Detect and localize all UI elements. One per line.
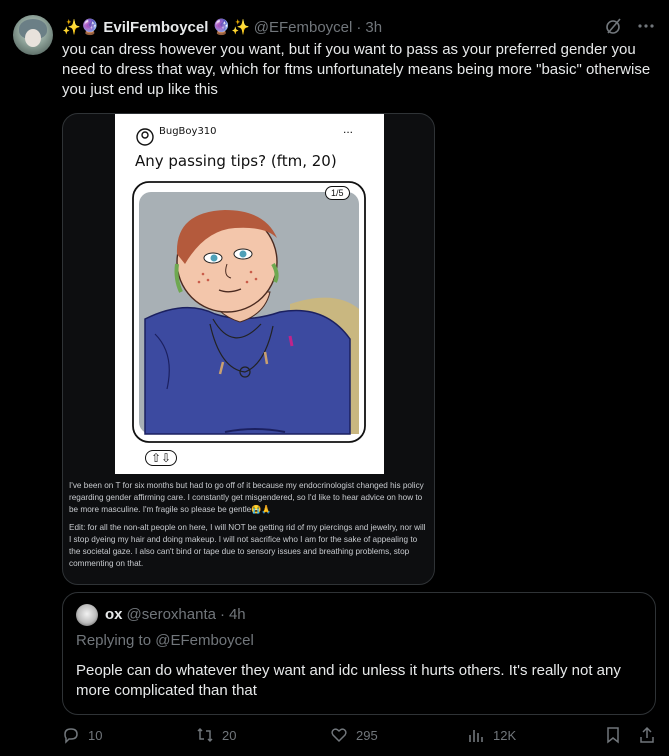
- reply-button[interactable]: 10: [62, 726, 102, 744]
- avatar-face: [25, 29, 41, 47]
- more-options-icon[interactable]: [637, 17, 655, 35]
- reply-count: 10: [88, 727, 103, 743]
- author-avatar[interactable]: [13, 15, 53, 55]
- like-count: 295: [356, 727, 378, 743]
- drawing-image: BugBoy310 ... Any passing tips? (ftm, 20…: [115, 114, 384, 474]
- repost-button[interactable]: 20: [196, 726, 236, 744]
- views-icon: [469, 730, 483, 742]
- quoted-post-header: ox @seroxhanta · 4h: [105, 606, 246, 623]
- post-media[interactable]: BugBoy310 ... Any passing tips? (ftm, 20…: [62, 113, 435, 585]
- name-emoji-right: 🔮✨: [212, 19, 250, 36]
- repost-icon: [197, 727, 213, 743]
- quoted-post[interactable]: ox @seroxhanta · 4h Replying to @EFemboy…: [62, 592, 656, 715]
- name-emoji-left: ✨🔮: [62, 19, 100, 36]
- quoted-time[interactable]: 4h: [229, 606, 246, 623]
- media-caption-body: I've been on T for six months but had to…: [69, 481, 424, 514]
- media-caption-edit: Edit: for all the non-alt people on here…: [69, 523, 426, 568]
- media-caption: I've been on T for six months but had to…: [69, 480, 427, 576]
- quoted-replying-to[interactable]: Replying to @EFemboycel: [76, 632, 254, 649]
- share-button[interactable]: [638, 726, 656, 744]
- separator-dot: ·: [356, 18, 362, 36]
- repost-count: 20: [222, 727, 237, 743]
- author-display-name[interactable]: EvilFemboycel: [103, 19, 208, 36]
- grok-icon[interactable]: [605, 17, 623, 35]
- like-button[interactable]: 295: [330, 726, 378, 744]
- author-handle[interactable]: @EFemboycel: [254, 19, 353, 36]
- heart-icon: [331, 728, 347, 743]
- views-count: 12K: [493, 727, 517, 743]
- drawing-username: BugBoy310: [159, 126, 217, 137]
- bookmark-button[interactable]: [604, 726, 622, 744]
- quoted-handle[interactable]: @seroxhanta: [127, 606, 216, 623]
- post-top-icons: [605, 17, 655, 35]
- share-icon: [640, 726, 654, 743]
- post-actions: 10 20 295 12K: [62, 726, 658, 748]
- drawing-menu: ...: [343, 122, 354, 136]
- quoted-author-avatar[interactable]: [76, 604, 98, 626]
- post-text: you can dress however you want, but if y…: [62, 41, 651, 98]
- quoted-display-name[interactable]: ox: [105, 606, 123, 623]
- quoted-text: People can do whatever they want and idc…: [76, 662, 621, 699]
- drawing-vote-icon: ⇧⇩: [145, 450, 178, 466]
- views-button[interactable]: 12K: [467, 726, 516, 744]
- drawn-user-icon: [136, 128, 154, 146]
- post-time[interactable]: 3h: [365, 19, 382, 36]
- reply-icon: [64, 728, 78, 744]
- quoted-separator: ·: [219, 606, 225, 623]
- drawing-page-indicator: 1/5: [325, 186, 350, 200]
- post-header: ✨🔮 EvilFemboycel 🔮✨ @EFemboycel · 3h: [62, 17, 382, 37]
- drawing-title: Any passing tips? (ftm, 20): [135, 152, 337, 170]
- bookmark-icon: [607, 727, 619, 744]
